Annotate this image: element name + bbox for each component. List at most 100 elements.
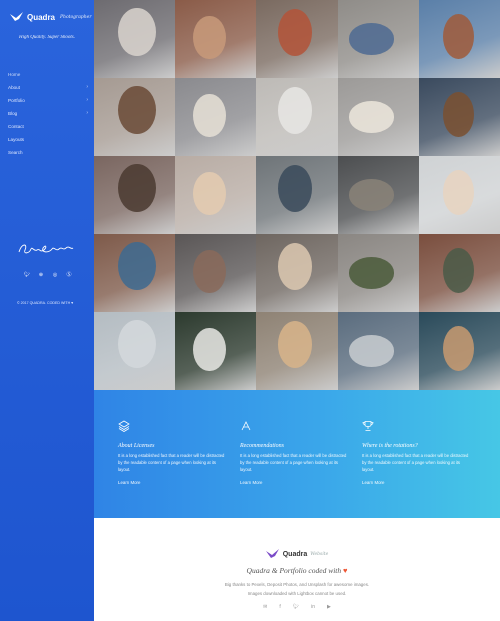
photo-subject: [277, 9, 312, 57]
photo-subject: [443, 248, 474, 294]
menu-item-blog[interactable]: Blog ›: [8, 107, 88, 120]
photo-sitting-couple[interactable]: [418, 312, 500, 390]
sidebar-social-links: 🐦︎ ⊕ ◎ Ⓢ: [24, 272, 72, 278]
photo-subject: [348, 23, 395, 55]
photo-coffee-cup[interactable]: [175, 312, 257, 390]
heart-icon: ♥: [71, 301, 74, 305]
footer-social-links: ✉ f 🐦︎ in ▶: [94, 604, 500, 610]
photo-camera-hands[interactable]: [418, 78, 500, 156]
photo-subject: [443, 14, 474, 60]
photo-subject: [443, 326, 474, 372]
photo-subject: [193, 327, 226, 372]
footer: Quadra Website Quadra & Portfolio coded …: [94, 518, 500, 621]
sidebar: Quadra Photographer High Quality. Super …: [0, 0, 94, 621]
photo-subject: [118, 7, 156, 57]
photo-blonde-lean[interactable]: [337, 78, 419, 156]
trophy-icon: [362, 421, 374, 431]
photo-camera-man[interactable]: [256, 312, 338, 390]
photo-subject: [277, 87, 312, 135]
photo-couple-selfie[interactable]: [94, 234, 176, 312]
photo-red-hair-woman[interactable]: [256, 0, 338, 78]
feature-body: It is a long established fact that a rea…: [362, 453, 469, 472]
photo-subject: [443, 92, 474, 138]
photo-woman-portrait[interactable]: [175, 156, 257, 234]
photo-subject: [193, 249, 226, 294]
mail-icon[interactable]: ✉: [263, 604, 267, 610]
logo[interactable]: Quadra Photographer: [10, 12, 91, 22]
photo-subject: [348, 101, 395, 133]
footer-brand-subtitle: Website: [310, 551, 329, 557]
menu-item-search[interactable]: Search: [8, 146, 88, 159]
feature-card: About Licenses It is a long established …: [118, 420, 228, 485]
photo-dancer[interactable]: [256, 78, 338, 156]
learn-more-link[interactable]: Learn More: [362, 480, 472, 485]
footer-coded-with: Quadra & Portfolio coded with ♥: [246, 566, 348, 575]
photo-subject: [193, 93, 226, 138]
youtube-icon[interactable]: ▶: [327, 604, 331, 610]
photo-laptop-couple[interactable]: [256, 234, 338, 312]
linkedin-icon[interactable]: in: [311, 604, 315, 610]
photo-subject: [277, 321, 312, 369]
footer-brand-name: Quadra: [282, 550, 308, 558]
photo-hair-blowing[interactable]: [175, 78, 257, 156]
heart-icon: ♥: [343, 566, 348, 575]
photo-subject: [277, 243, 312, 291]
facebook-icon[interactable]: f: [279, 604, 280, 610]
photo-subject: [348, 257, 395, 289]
photo-grey-hair[interactable]: [337, 312, 419, 390]
brand-name: Quadra: [27, 12, 56, 22]
photo-bag-on-floor[interactable]: [94, 78, 176, 156]
bird-logo-icon: [10, 12, 23, 21]
photo-subject: [118, 85, 156, 135]
menu-item-about[interactable]: About ›: [8, 81, 88, 94]
brand-subtitle: Photographer: [60, 14, 92, 20]
photo-subject: [443, 170, 474, 216]
photo-subject: [348, 335, 395, 367]
feature-body: It is a long established fact that a rea…: [118, 453, 225, 472]
chevron-right-icon: ›: [86, 97, 88, 103]
footer-credits: Big thanks to Pexels, Deposit Photos, an…: [224, 582, 370, 596]
photo-blonde-woman[interactable]: [94, 0, 176, 78]
twitter-icon[interactable]: 🐦︎: [293, 604, 299, 610]
photo-backpack-tree[interactable]: [418, 0, 500, 78]
photo-legs-popcorn[interactable]: [94, 312, 176, 390]
compass-icon: [241, 421, 251, 431]
feature-title: Where is the rotations?: [362, 443, 418, 449]
photo-woman-window[interactable]: [418, 156, 500, 234]
signature-image: [18, 244, 74, 254]
learn-more-link[interactable]: Learn More: [118, 480, 228, 485]
feature-card: Recommendations It is a long established…: [240, 420, 350, 485]
menu-item-home[interactable]: Home: [8, 68, 88, 81]
skype-icon[interactable]: Ⓢ: [66, 272, 72, 278]
photo-hat-on-rock[interactable]: [337, 156, 419, 234]
learn-more-link[interactable]: Learn More: [240, 480, 350, 485]
photo-man-jacket[interactable]: [337, 234, 419, 312]
photo-couple-reading[interactable]: [418, 234, 500, 312]
photo-friends-group[interactable]: [175, 234, 257, 312]
chevron-right-icon: ›: [86, 110, 88, 116]
photo-jeans-legs[interactable]: [337, 0, 419, 78]
features-section: About Licenses It is a long established …: [94, 390, 500, 518]
footer-logo[interactable]: Quadra Website: [94, 549, 500, 559]
photo-subject: [118, 163, 156, 213]
pinterest-icon[interactable]: ⊕: [38, 272, 44, 278]
photo-woman-coffee[interactable]: [175, 0, 257, 78]
photo-subject: [118, 319, 156, 369]
photo-subject: [348, 179, 395, 211]
photo-gallery: [94, 0, 500, 390]
copyright: © 2017 QUADRA. CODED WITH ♥: [17, 301, 74, 305]
layers-icon: [118, 420, 130, 432]
feature-title: About Licenses: [118, 443, 155, 449]
photo-sneakers[interactable]: [256, 156, 338, 234]
dribbble-icon[interactable]: ◎: [52, 272, 58, 278]
photo-subject: [193, 171, 226, 216]
menu-item-layouts[interactable]: Layouts: [8, 133, 88, 146]
tagline: High Quality. Super Shoots.: [19, 35, 75, 40]
photo-subject: [277, 165, 312, 213]
menu-item-portfolio[interactable]: Portfolio ›: [8, 94, 88, 107]
chevron-right-icon: ›: [86, 84, 88, 90]
menu-item-contact[interactable]: Contact: [8, 120, 88, 133]
photo-subject: [193, 15, 226, 60]
twitter-icon[interactable]: 🐦︎: [24, 272, 30, 278]
photo-bag-items[interactable]: [94, 156, 176, 234]
